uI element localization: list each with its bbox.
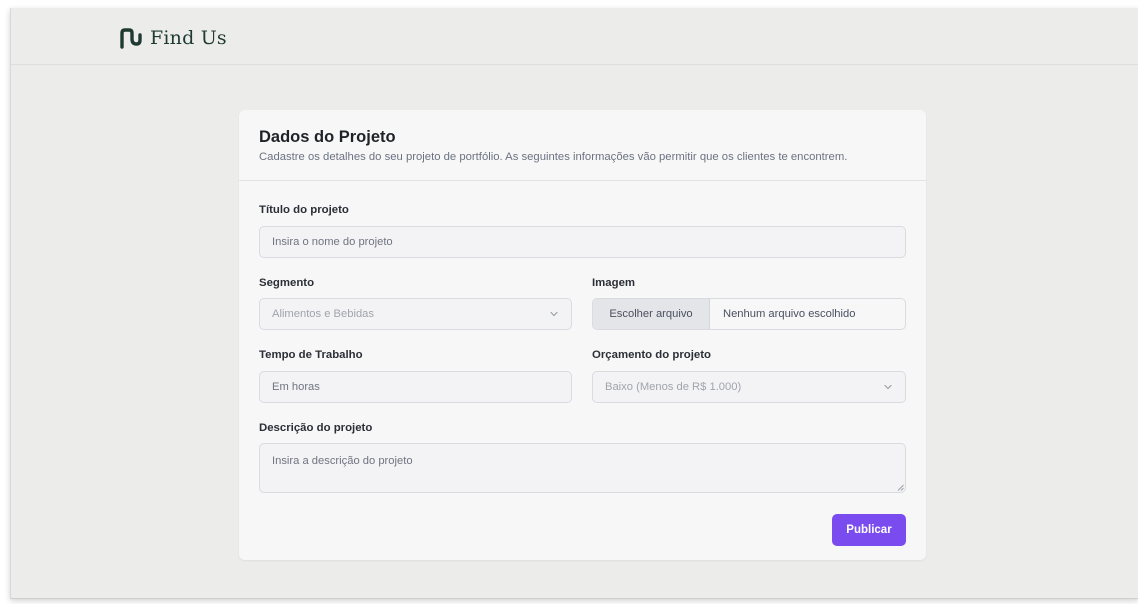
budget-value: Baixo (Menos de R$ 1.000) [605, 381, 742, 393]
project-form-card: Dados do Projeto Cadastre os detalhes do… [239, 110, 926, 560]
form-header: Dados do Projeto Cadastre os detalhes do… [239, 110, 926, 181]
budget-select[interactable]: Baixo (Menos de R$ 1.000) [592, 371, 906, 403]
segment-value: Alimentos e Bebidas [272, 308, 374, 320]
form-subtitle: Cadastre os detalhes do seu projeto de p… [259, 151, 848, 163]
segment-label: Segmento [259, 277, 315, 289]
work-time-label: Tempo de Trabalho [259, 349, 363, 361]
file-status-text: Nenhum arquivo escolhido [723, 308, 856, 320]
chevron-down-icon [884, 384, 892, 390]
form-title: Dados do Projeto [259, 128, 396, 146]
publish-button[interactable]: Publicar [832, 514, 906, 546]
findus-logo-icon [120, 28, 142, 49]
top-navbar: Find Us [11, 8, 1138, 65]
brand-name: Find Us [150, 27, 227, 49]
choose-file-button[interactable]: Escolher arquivo [593, 299, 710, 329]
description-textarea[interactable] [259, 443, 906, 493]
description-label: Descrição do projeto [259, 422, 373, 434]
segment-select[interactable]: Alimentos e Bebidas [259, 298, 572, 330]
app-window: Find Us Dados do Projeto Cadastre os det… [10, 8, 1138, 599]
project-title-label: Título do projeto [259, 204, 349, 216]
image-file-input[interactable]: Escolher arquivo Nenhum arquivo escolhid… [592, 298, 906, 330]
brand[interactable]: Find Us [119, 27, 227, 49]
resize-grip-icon[interactable] [897, 484, 904, 491]
budget-label: Orçamento do projeto [592, 349, 711, 361]
image-label: Imagem [592, 277, 636, 289]
chevron-down-icon [550, 311, 558, 317]
work-time-input[interactable] [259, 371, 572, 403]
project-title-input[interactable] [259, 226, 906, 258]
